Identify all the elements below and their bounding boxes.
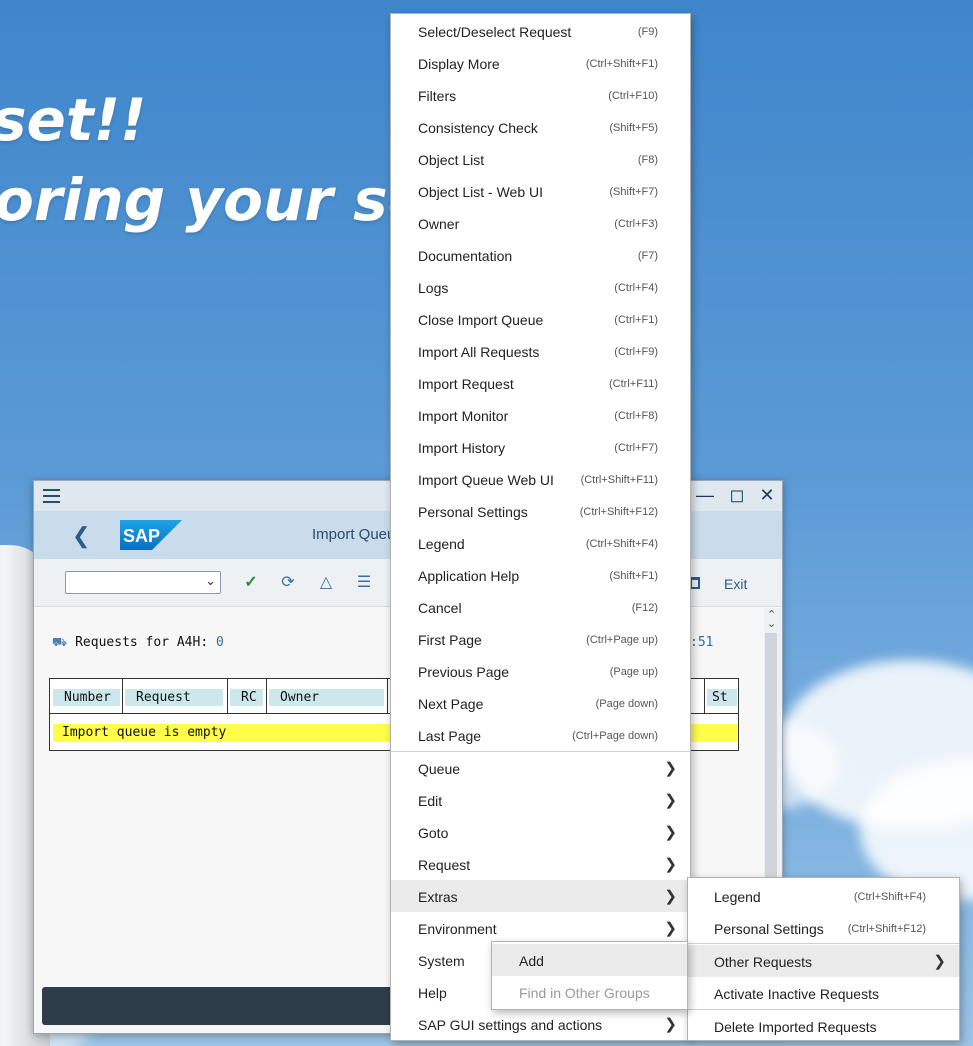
menu-item-logs[interactable]: Logs (Ctrl+F4) — [391, 271, 690, 303]
background-headline-1: set!! — [0, 86, 147, 154]
menu-item-owner[interactable]: Owner (Ctrl+F3) — [391, 207, 690, 239]
command-field[interactable]: ⌄ — [65, 571, 221, 594]
sap-logo: SAP — [120, 520, 182, 550]
column-header-rc[interactable]: RC — [230, 689, 263, 706]
submenu-environment[interactable]: Environment ❯ — [391, 912, 690, 944]
other-requests-item-add[interactable]: Add — [492, 944, 687, 976]
maximize-icon[interactable]: ◻ — [726, 484, 748, 506]
column-header-number[interactable]: Number — [53, 689, 120, 706]
extras-submenu: Legend (Ctrl+Shift+F4) Personal Settings(… — [687, 877, 960, 1041]
submenu-request[interactable]: Request ❯ — [391, 848, 690, 880]
submenu-edit[interactable]: Edit ❯ — [391, 784, 690, 816]
column-header-owner[interactable]: Owner — [269, 689, 384, 706]
menu-item-select-deselect-request[interactable]: Select/Deselect Request (F9) — [391, 15, 690, 47]
layout-icon[interactable] — [690, 577, 700, 589]
menu-item-object-list-web-ui[interactable]: Object List - Web UI (Shift+F7) — [391, 175, 690, 207]
menu-item-personal-settings[interactable]: Personal Settings (Ctrl+Shift+F12) — [391, 495, 690, 527]
close-icon[interactable]: ✕ — [756, 484, 778, 506]
submenu-goto[interactable]: Goto ❯ — [391, 816, 690, 848]
menu-item-import-request[interactable]: Import Request (Ctrl+F11) — [391, 367, 690, 399]
extras-item-personal-settings[interactable]: Personal Settings (Ctrl+Shift+F12) — [688, 912, 959, 944]
other-requests-submenu: Add Find in Other Groups — [491, 941, 688, 1010]
chevron-right-icon: ❯ — [664, 920, 677, 937]
submenu-queue[interactable]: Queue ❯ — [391, 752, 690, 784]
menu-item-import-all-requests[interactable]: Import All Requests (Ctrl+F9) — [391, 335, 690, 367]
truck-icon: ⛟ — [52, 635, 68, 649]
refresh-icon[interactable]: ⟳ — [277, 572, 299, 592]
context-menu: Select/Deselect Request (F9) Display More… — [390, 13, 691, 1041]
menu-item-filters[interactable]: Filters (Ctrl+F10) — [391, 79, 690, 111]
menu-item-import-history[interactable]: Import History (Ctrl+F7) — [391, 431, 690, 463]
window-title: Import Queu — [312, 526, 396, 543]
chevron-right-icon: ❯ — [664, 1016, 677, 1033]
menu-item-close-import-queue[interactable]: Close Import Queue (Ctrl+F1) — [391, 303, 690, 335]
menu-item-documentation[interactable]: Documentation (F7) — [391, 239, 690, 271]
submenu-sap-gui-settings[interactable]: SAP GUI settings and actions ❯ — [391, 1008, 690, 1040]
scroll-down-icon[interactable]: ⌄ — [767, 617, 776, 630]
back-arrow-icon[interactable]: ❮ — [72, 523, 90, 549]
requests-count: 0 — [216, 635, 224, 650]
extras-item-delete-imported-requests[interactable]: Delete Imported Requests — [688, 1010, 959, 1042]
menu-item-last-page[interactable]: Last Page (Ctrl+Page down) — [391, 719, 690, 751]
menu-item-application-help[interactable]: Application Help (Shift+F1) — [391, 559, 690, 591]
chevron-right-icon: ❯ — [664, 824, 677, 841]
chevron-right-icon: ❯ — [664, 856, 677, 873]
chevron-right-icon: ❯ — [664, 760, 677, 777]
chevron-right-icon: ❯ — [933, 953, 946, 970]
other-requests-item-find-in-other-groups: Find in Other Groups — [519, 985, 650, 1001]
chevron-down-icon[interactable]: ⌄ — [205, 573, 216, 589]
menu-separator — [688, 943, 959, 944]
exit-button[interactable]: Exit — [724, 576, 747, 592]
sort-ascending-icon[interactable]: △ — [315, 572, 337, 592]
chevron-right-icon: ❯ — [664, 792, 677, 809]
svg-text:SAP: SAP — [123, 526, 160, 546]
menu-item-object-list[interactable]: Object List (F8) — [391, 143, 690, 175]
menu-item-consistency-check[interactable]: Consistency Check (Shift+F5) — [391, 111, 690, 143]
menu-item-cancel[interactable]: Cancel (F12) — [391, 591, 690, 623]
submenu-extras[interactable]: Extras ❯ — [391, 880, 690, 912]
column-header-status[interactable]: St — [707, 689, 737, 706]
column-header-request[interactable]: Request — [125, 689, 223, 706]
check-icon[interactable]: ✓ — [240, 572, 262, 592]
menu-item-previous-page[interactable]: Previous Page (Page up) — [391, 655, 690, 687]
requests-summary: ⛟ Requests for A4H: 0 — [52, 635, 224, 651]
menu-item-next-page[interactable]: Next Page (Page down) — [391, 687, 690, 719]
menu-item-import-queue-web-ui[interactable]: Import Queue Web UI (Ctrl+Shift+F11) — [391, 463, 690, 495]
menu-item-import-monitor[interactable]: Import Monitor (Ctrl+F8) — [391, 399, 690, 431]
menu-hamburger-icon[interactable] — [43, 489, 60, 503]
requests-label: Requests for A4H: — [75, 635, 209, 650]
menu-item-first-page[interactable]: First Page (Ctrl+Page up) — [391, 623, 690, 655]
menu-item-display-more[interactable]: Display More (Ctrl+Shift+F1) — [391, 47, 690, 79]
extras-item-other-requests[interactable]: Other Requests ❯ — [688, 945, 959, 977]
minimize-icon[interactable]: — — [694, 484, 716, 506]
menu-item-legend[interactable]: Legend (Ctrl+Shift+F4) — [391, 527, 690, 559]
timestamp-fragment: :51 — [690, 635, 714, 650]
extras-item-activate-inactive-requests[interactable]: Activate Inactive Requests — [688, 977, 959, 1009]
filter-icon[interactable]: ☰ — [353, 572, 375, 592]
chevron-right-icon: ❯ — [664, 888, 677, 905]
extras-item-legend[interactable]: Legend (Ctrl+Shift+F4) — [688, 880, 959, 912]
